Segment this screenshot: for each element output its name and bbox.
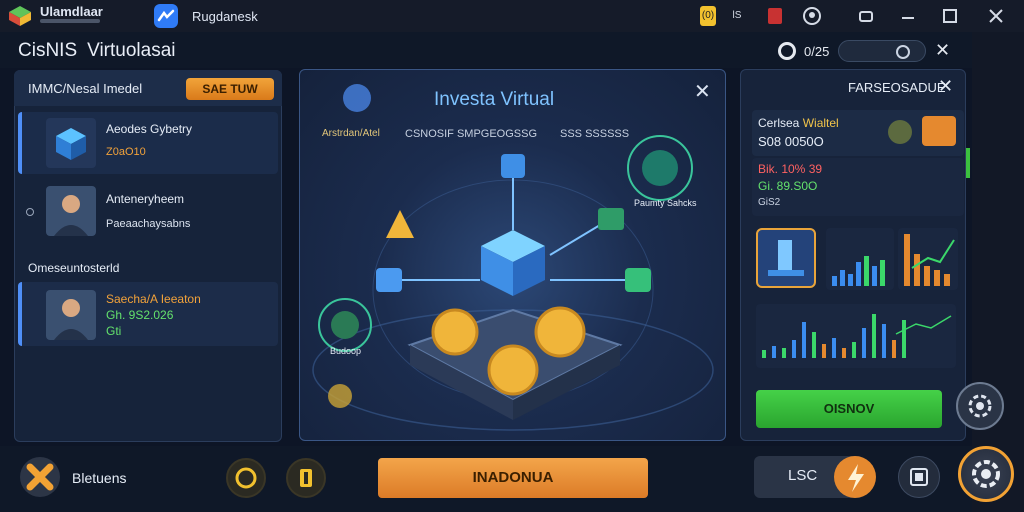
page-title: CisNIS Virtuolasai xyxy=(18,40,176,62)
tab-secondary[interactable]: SSS SSSSSS xyxy=(560,128,629,140)
node-label-right: Paumty Sahcks xyxy=(634,198,697,208)
user-icon[interactable] xyxy=(802,6,822,26)
section-label: Omeseuntosterld xyxy=(28,261,120,275)
indicator-icon: (0) xyxy=(700,6,716,26)
timer-value: 0/25 xyxy=(804,44,830,59)
cube-thumbnail-icon xyxy=(46,118,96,168)
tab-title[interactable]: Rugdanesk xyxy=(192,9,258,24)
center-panel-title: Investa Virtual xyxy=(434,89,555,110)
building-thumbnail-icon[interactable] xyxy=(756,228,816,288)
wallet-label-a: Cerlsea xyxy=(758,116,800,130)
close-icon[interactable]: ✕ xyxy=(694,79,711,104)
radio-icon[interactable] xyxy=(26,208,34,216)
list-item-subtitle: Z0aO10 xyxy=(106,146,146,158)
stat-small: GiS2 xyxy=(758,197,781,208)
candlestick-chart xyxy=(756,304,956,368)
close-icon[interactable]: ✕ xyxy=(935,40,950,61)
list-item-subtitle: Paeaachaysabns xyxy=(106,218,191,230)
indicator-suffix: lS xyxy=(732,10,742,21)
wallet-label: Cerlsea Wialtel xyxy=(758,116,839,130)
wallet-toggle-icon[interactable] xyxy=(888,120,912,144)
left-panel-action-button[interactable]: SAE TUW xyxy=(186,78,274,100)
page-title-b: Virtuolasai xyxy=(87,40,176,61)
stat-green: Gi. 89.S0O xyxy=(758,179,818,193)
search-toggle[interactable] xyxy=(838,40,926,62)
lightning-icon[interactable] xyxy=(834,456,876,498)
mini-chart-2 xyxy=(898,228,958,290)
action-button[interactable]: OISNOV xyxy=(756,390,942,428)
copy-icon[interactable] xyxy=(898,456,940,498)
right-panel-title: FARSEOSADUE xyxy=(848,80,946,95)
center-panel xyxy=(299,69,726,441)
gear-icon[interactable] xyxy=(956,382,1004,430)
tab-primary[interactable]: CSNOSIF SMPGEOGSSG xyxy=(405,128,537,140)
avatar xyxy=(46,290,96,340)
timer-icon xyxy=(778,42,796,60)
avatar xyxy=(46,186,96,236)
tab-app-icon[interactable] xyxy=(154,4,178,28)
coin-icon[interactable] xyxy=(226,458,266,498)
list-item-title: Anteneryheem xyxy=(106,192,185,206)
scroll-indicator[interactable] xyxy=(966,148,970,178)
featured-title: Saecha/A Ieeaton xyxy=(106,292,201,306)
node-label-left: Budoop xyxy=(330,346,362,356)
mini-chart-1 xyxy=(826,228,894,290)
featured-value: Gh. 9S2.026 xyxy=(106,308,174,322)
wallet-action-icon[interactable] xyxy=(922,116,956,146)
brand-label: Arstrdan/Atel xyxy=(322,128,380,139)
shield-icon[interactable] xyxy=(286,458,326,498)
record-icon[interactable] xyxy=(768,8,782,24)
page-title-a: CisNIS xyxy=(18,40,78,61)
settings-gear-icon[interactable] xyxy=(958,446,1014,502)
app-subtitle-bar xyxy=(40,19,100,23)
left-panel-title: IMMC/Nesal Imedel xyxy=(28,81,143,96)
bottom-label: Bletuens xyxy=(72,470,127,486)
star-badge-icon[interactable] xyxy=(20,457,60,497)
fullscreen-icon[interactable] xyxy=(856,6,876,26)
app-name: Ulamdlaar xyxy=(40,4,103,19)
wallet-label-b: Wialtel xyxy=(802,116,839,130)
list-item-title: Aeodes Gybetry xyxy=(106,122,193,136)
featured-line2: Gti xyxy=(106,324,122,338)
maximize-icon[interactable] xyxy=(940,6,960,26)
main-action-button[interactable]: INADONUA xyxy=(378,458,648,498)
wallet-value: S08 0050O xyxy=(758,134,824,149)
close-icon[interactable]: ✕ xyxy=(938,76,953,97)
close-window-icon[interactable] xyxy=(986,6,1006,26)
minimize-icon[interactable] xyxy=(898,6,918,26)
right-toolbar xyxy=(972,32,1024,512)
lst-label: LSC xyxy=(788,467,818,484)
network-illustration xyxy=(312,84,714,431)
app-logo-icon xyxy=(8,5,32,27)
stat-red: Bik. 10% 39 xyxy=(758,162,823,176)
